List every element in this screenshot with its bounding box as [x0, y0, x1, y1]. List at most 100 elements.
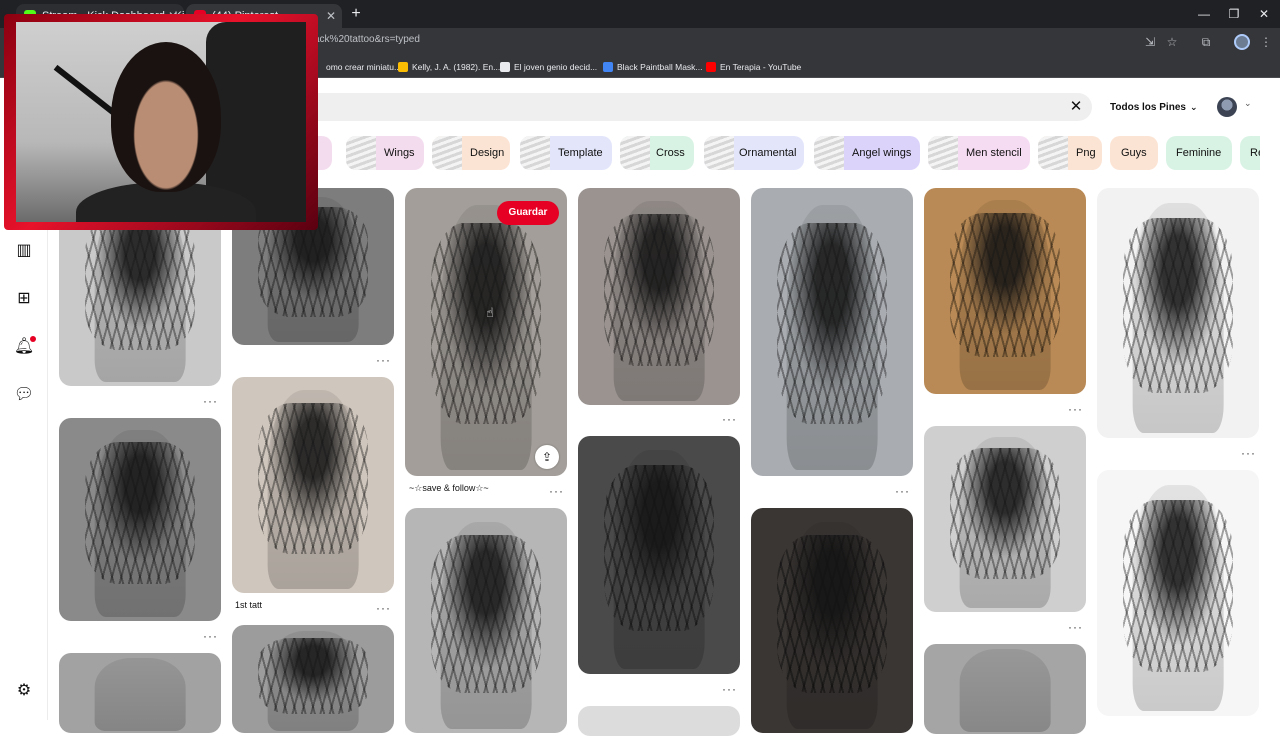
avatar[interactable] — [1217, 97, 1237, 117]
more-options-icon[interactable]: ··· — [895, 485, 910, 497]
chip-thumbnail — [432, 136, 462, 170]
chevron-down-icon[interactable]: ⌄ — [1244, 98, 1252, 109]
boards-icon[interactable]: ▥ — [13, 240, 35, 262]
streamer-face — [111, 42, 221, 192]
bookmark-label: omo crear miniatu... — [326, 62, 402, 72]
chip-template[interactable]: Template — [520, 136, 612, 170]
chip-label: Feminine — [1176, 147, 1222, 159]
bookmark-star-icon[interactable]: ☆ — [1164, 34, 1180, 50]
tattoo-artwork — [84, 442, 196, 585]
bookmark-label: Kelly, J. A. (1982). En... — [412, 62, 501, 72]
chip-label: Guys — [1121, 147, 1147, 159]
chip-label: Png — [1076, 147, 1096, 159]
pin-filter-dropdown[interactable]: Todos los Pines ⌄ — [1110, 96, 1197, 118]
chip-label: Cross — [656, 147, 685, 159]
window-close-icon[interactable]: ✕ — [1248, 4, 1280, 24]
bookmark-item[interactable]: El joven genio decid... — [500, 60, 597, 74]
tattoo-artwork — [430, 535, 542, 693]
pin-image[interactable] — [924, 426, 1086, 612]
pin-image[interactable] — [59, 653, 221, 733]
bookmark-item[interactable]: Black Paintball Mask... — [603, 60, 703, 74]
notification-badge — [30, 336, 36, 342]
webcam-feed — [16, 22, 306, 222]
pin-image[interactable] — [751, 508, 913, 733]
chip-feminine[interactable]: Feminine — [1166, 136, 1232, 170]
restore-icon[interactable]: ❐ — [1218, 4, 1250, 24]
chip-thumbnail — [346, 136, 376, 170]
pin-image[interactable] — [924, 644, 1086, 734]
chrome-profile-icon[interactable] — [1234, 34, 1250, 50]
chip-men-stencil[interactable]: Men stencil — [928, 136, 1030, 170]
chip-png[interactable]: Png — [1038, 136, 1102, 170]
more-options-icon[interactable]: ··· — [722, 683, 737, 695]
minimize-icon[interactable]: — — [1188, 4, 1220, 24]
pin-image[interactable] — [1097, 470, 1259, 716]
bookmark-label: En Terapia - YouTube — [720, 62, 802, 72]
tattoo-artwork — [776, 222, 888, 425]
pin-image[interactable] — [924, 188, 1086, 394]
chrome-menu-icon[interactable]: ⋮ — [1258, 34, 1274, 50]
chip-design[interactable]: Design — [432, 136, 510, 170]
pin-image[interactable] — [232, 377, 394, 593]
pin-image[interactable] — [59, 418, 221, 621]
more-options-icon[interactable]: ··· — [203, 630, 218, 642]
close-icon[interactable]: ✕ — [326, 4, 336, 28]
chip-cross[interactable]: Cross — [620, 136, 694, 170]
bookmark-item[interactable]: En Terapia - YouTube — [706, 60, 801, 74]
chip-re[interactable]: Re — [1240, 136, 1260, 170]
tattoo-artwork — [949, 212, 1061, 357]
tattoo-artwork — [1122, 218, 1234, 393]
extensions-icon[interactable]: ⧉ — [1198, 34, 1214, 50]
chip-label: Wings — [384, 147, 415, 159]
pin-image[interactable] — [578, 436, 740, 674]
pin-image[interactable] — [578, 706, 740, 736]
chip-angel-wings[interactable]: Angel wings — [814, 136, 920, 170]
tattoo-artwork — [1122, 499, 1234, 672]
tattoo-artwork — [603, 464, 715, 632]
clear-search-icon[interactable]: ✕ — [1066, 97, 1086, 117]
bookmark-label: El joven genio decid... — [514, 62, 598, 72]
pin-image[interactable] — [578, 188, 740, 405]
more-options-icon[interactable]: ··· — [1068, 403, 1083, 415]
pin-image[interactable] — [751, 188, 913, 476]
more-options-icon[interactable]: ··· — [549, 485, 564, 497]
pin-title[interactable]: 1st tatt — [235, 600, 262, 610]
pin-image[interactable] — [232, 625, 394, 733]
tattoo-artwork — [84, 211, 196, 351]
chip-hic[interactable]: hic — [316, 136, 332, 170]
create-icon[interactable]: ⊞ — [13, 288, 35, 310]
bookmark-item[interactable]: Kelly, J. A. (1982). En... — [398, 60, 500, 74]
bookmark-item[interactable]: omo crear miniatu... — [312, 60, 401, 74]
settings-icon[interactable]: ⚙ — [13, 680, 35, 702]
youtube-icon — [706, 62, 716, 72]
chip-thumbnail — [704, 136, 734, 170]
pin-title[interactable]: ~☆save & follow☆~ — [409, 483, 489, 494]
chip-label: Ornamental — [739, 147, 797, 159]
tattoo-artwork — [257, 402, 369, 555]
more-options-icon[interactable]: ··· — [1068, 621, 1083, 633]
chip-thumbnail — [1038, 136, 1068, 170]
chip-guys[interactable]: Guys — [1110, 136, 1158, 170]
new-tab-icon[interactable]: + — [346, 4, 366, 24]
url-text[interactable]: ack%20tattoo&rs=typed — [314, 34, 420, 45]
more-options-icon[interactable]: ··· — [722, 413, 737, 425]
more-options-icon[interactable]: ··· — [376, 354, 391, 366]
pin-image[interactable] — [1097, 188, 1259, 438]
more-options-icon[interactable]: ··· — [376, 602, 391, 614]
more-options-icon[interactable]: ··· — [1241, 447, 1256, 459]
chip-label: Template — [558, 147, 603, 159]
chevron-down-icon: ⌄ — [1189, 102, 1198, 112]
pin-image[interactable] — [405, 508, 567, 733]
search-input[interactable] — [300, 93, 1092, 121]
chip-thumbnail — [620, 136, 650, 170]
pin-image[interactable] — [405, 188, 567, 476]
related-search-chips: hic Wings Design Template Cross Ornament… — [316, 136, 1260, 170]
chip-wings[interactable]: Wings — [346, 136, 424, 170]
messages-icon[interactable]: 💬︎ — [13, 384, 35, 406]
install-app-icon[interactable]: ⇲ — [1142, 34, 1158, 50]
chip-thumbnail — [928, 136, 958, 170]
chip-ornamental[interactable]: Ornamental — [704, 136, 804, 170]
save-button[interactable]: Guardar — [497, 201, 559, 225]
more-options-icon[interactable]: ··· — [203, 395, 218, 407]
share-icon[interactable]: ⇪ — [535, 445, 559, 469]
